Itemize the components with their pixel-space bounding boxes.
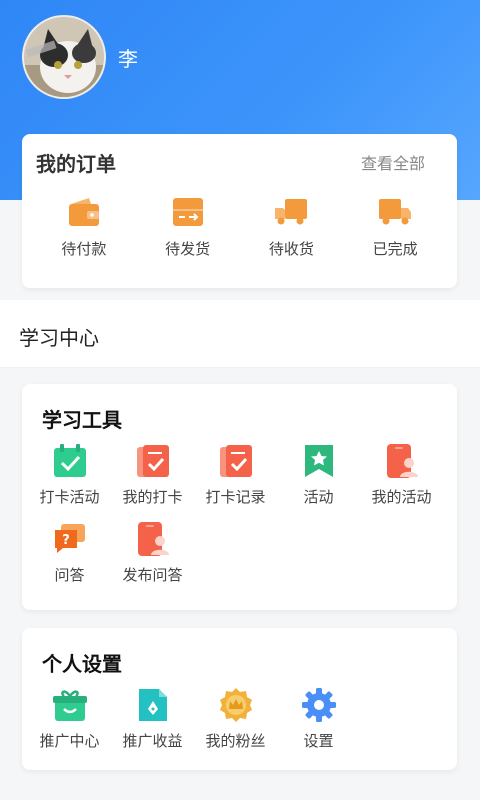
tool-label: 打卡记录	[205, 488, 266, 506]
setting-label: 设置	[303, 732, 334, 750]
order-item-label: 待收货	[268, 240, 314, 258]
checklist-icon	[136, 445, 169, 477]
order-completed[interactable]: 已完成	[350, 196, 440, 259]
tool-my-checkin[interactable]: 我的打卡	[111, 442, 194, 520]
phone-user-icon	[386, 444, 418, 478]
tool-label: 打卡活动	[39, 488, 100, 506]
delivered-truck-icon	[379, 199, 412, 225]
tool-checkin-records[interactable]: 打卡记录	[194, 442, 277, 520]
qa-icon: ?	[54, 524, 85, 553]
bookmark-star-icon	[304, 445, 333, 477]
learning-tools-card: 学习工具 打卡活动 我的打卡 打卡记录 活动 我的活动 ? 问答 发布问答	[22, 384, 457, 610]
setting-label: 推广中心	[39, 732, 100, 750]
tool-checkin-activity[interactable]: 打卡活动	[28, 442, 111, 520]
tool-publish-qa[interactable]: 发布问答	[111, 520, 194, 598]
record-icon	[219, 445, 252, 477]
publish-qa-icon	[137, 522, 169, 556]
calendar-check-icon	[53, 444, 86, 477]
orders-card: 我的订单 查看全部 待付款 待发货 待收货 已完成	[22, 134, 457, 288]
learning-tools-title: 学习工具	[42, 408, 122, 432]
document-pen-icon	[138, 689, 167, 721]
tool-label: 我的打卡	[122, 488, 183, 506]
truck-icon	[275, 199, 308, 225]
tool-label: 活动	[303, 488, 334, 506]
avatar[interactable]	[22, 15, 106, 99]
tool-qa[interactable]: ? 问答	[28, 520, 111, 598]
box-icon	[172, 198, 203, 226]
wallet-icon	[68, 198, 99, 226]
setting-label: 推广收益	[122, 732, 183, 750]
orders-title: 我的订单	[36, 151, 116, 176]
tool-label: 问答	[54, 566, 85, 584]
question-mark-glyph: ?	[62, 533, 70, 548]
personal-settings-title: 个人设置	[42, 652, 122, 676]
tool-label: 我的活动	[371, 488, 432, 506]
gear-icon	[301, 688, 336, 722]
crown-badge-icon	[219, 688, 252, 722]
order-pending-payment[interactable]: 待付款	[39, 196, 129, 259]
setting-promotion-earnings[interactable]: 推广收益	[111, 686, 194, 764]
tool-label: 发布问答	[122, 566, 183, 584]
setting-my-fans[interactable]: 我的粉丝	[194, 686, 277, 764]
tool-activity[interactable]: 活动	[277, 442, 360, 520]
order-item-label: 待发货	[165, 240, 211, 258]
tool-my-activity[interactable]: 我的活动	[360, 442, 443, 520]
setting-settings[interactable]: 设置	[277, 686, 360, 764]
view-all-orders-link[interactable]: 查看全部	[361, 150, 443, 174]
user-name: 李	[118, 46, 138, 71]
order-pending-shipment[interactable]: 待发货	[143, 196, 233, 259]
learning-center-title: 学习中心	[19, 326, 99, 350]
profile-section[interactable]: 李	[22, 15, 138, 99]
personal-settings-card: 个人设置 推广中心 推广收益 我的粉丝 设置	[22, 628, 457, 770]
gift-icon	[52, 690, 87, 721]
order-item-label: 待付款	[61, 240, 107, 258]
order-pending-receipt[interactable]: 待收货	[246, 196, 336, 259]
order-item-label: 已完成	[372, 240, 418, 258]
setting-promotion-center[interactable]: 推广中心	[28, 686, 111, 764]
setting-label: 我的粉丝	[205, 732, 266, 750]
